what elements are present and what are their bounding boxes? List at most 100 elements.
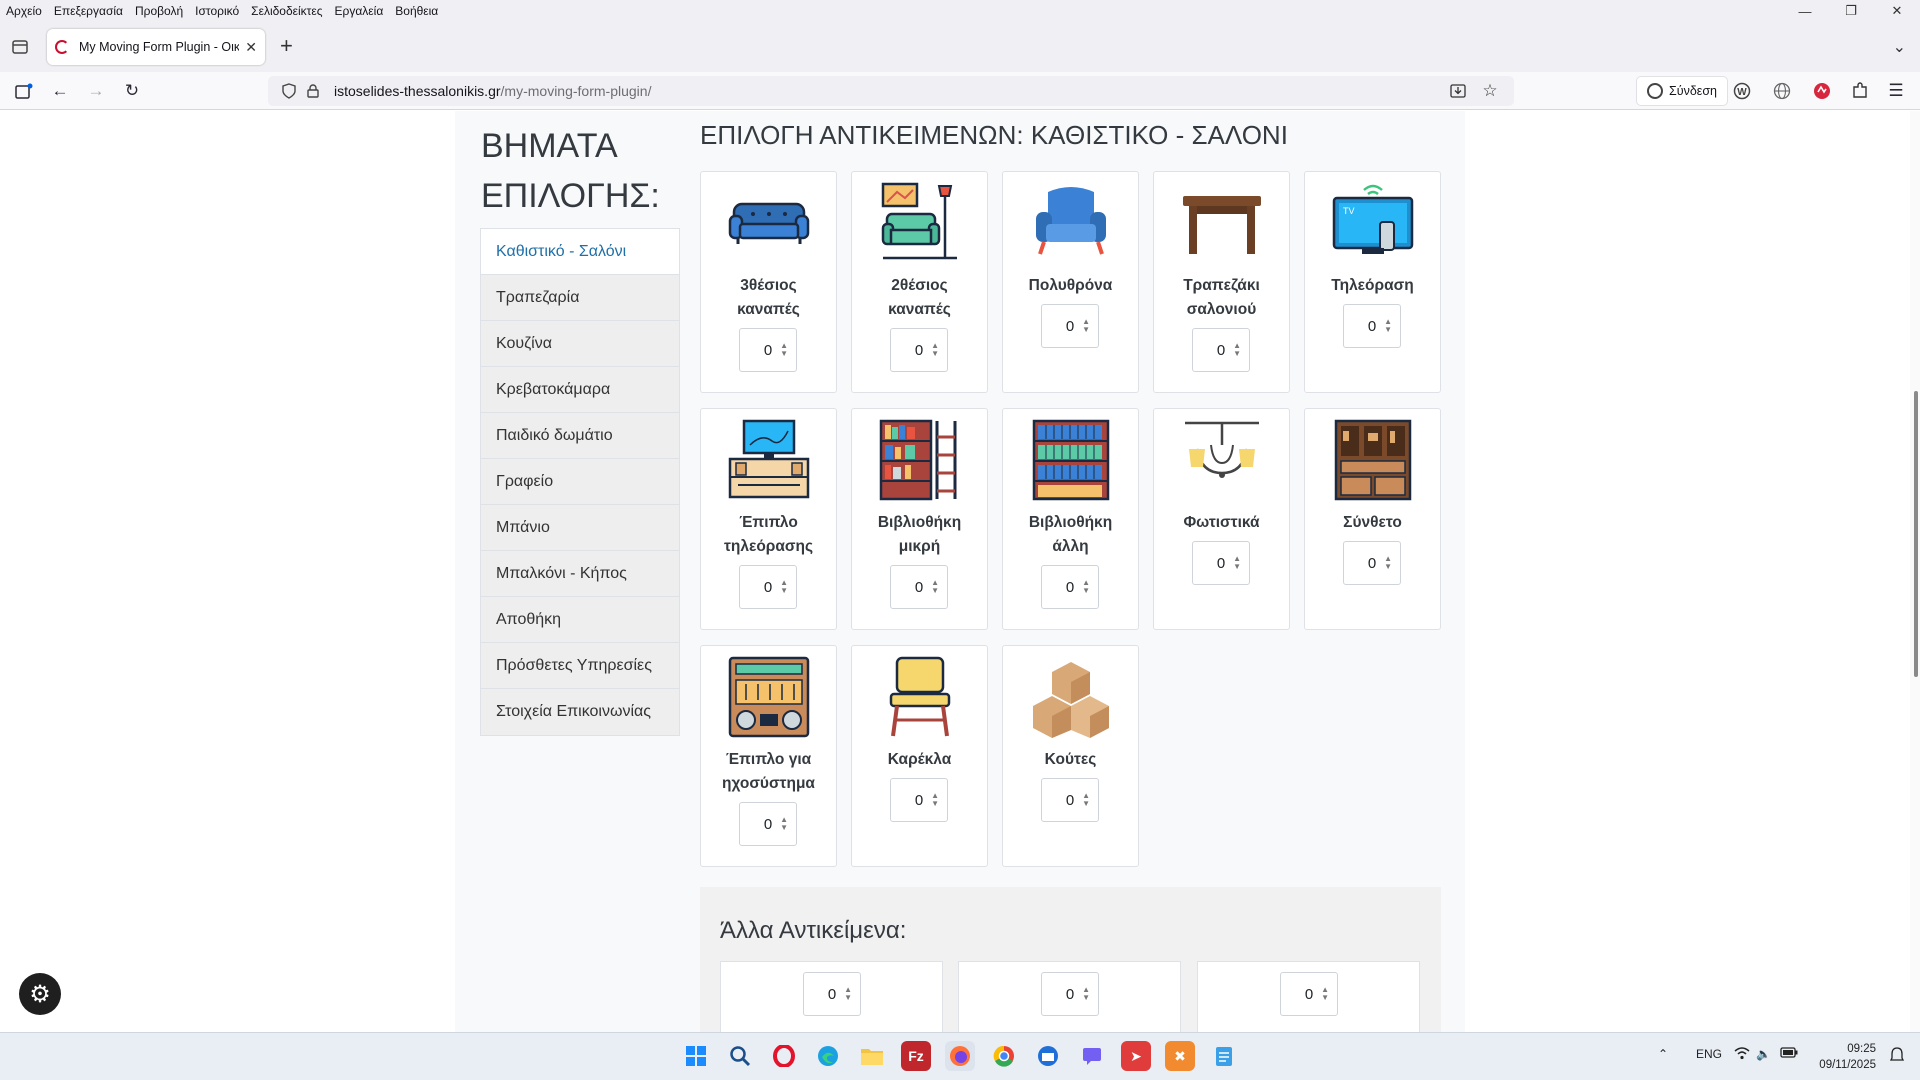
quantity-input[interactable]: 0 ▲ ▼ bbox=[1343, 541, 1401, 585]
spinner-arrows-icon[interactable]: ▲ ▼ bbox=[931, 579, 939, 595]
firefox-icon[interactable] bbox=[945, 1041, 975, 1071]
quantity-input[interactable]: 0 ▲ ▼ bbox=[1041, 304, 1099, 348]
scrollbar-thumb[interactable] bbox=[1914, 391, 1918, 677]
download-page-icon[interactable] bbox=[1448, 81, 1468, 101]
xampp-icon[interactable]: ✖ bbox=[1165, 1041, 1195, 1071]
restore-icon[interactable]: ❐ bbox=[1828, 0, 1874, 22]
new-tab-icon[interactable]: + bbox=[280, 35, 293, 57]
quantity-input[interactable]: 0 ▲ ▼ bbox=[1041, 565, 1099, 609]
spinner-arrows-icon[interactable]: ▲ ▼ bbox=[1082, 986, 1090, 1002]
url-path: /my-moving-form-plugin/ bbox=[500, 83, 652, 99]
spinner-arrows-icon[interactable]: ▲ ▼ bbox=[780, 579, 788, 595]
step-contact-details[interactable]: Στοιχεία Επικοινωνίας bbox=[481, 689, 679, 735]
quantity-input[interactable]: 0 ▲ ▼ bbox=[1343, 304, 1401, 348]
close-tab-icon[interactable]: ✕ bbox=[245, 39, 257, 56]
spinner-arrows-icon[interactable]: ▲ ▼ bbox=[1321, 986, 1329, 1002]
close-window-icon[interactable]: ✕ bbox=[1874, 0, 1920, 22]
quantity-input[interactable]: 0 ▲ ▼ bbox=[890, 565, 948, 609]
wifi-icon[interactable] bbox=[1734, 1047, 1750, 1063]
extension-red-icon[interactable] bbox=[1810, 79, 1834, 103]
quantity-input[interactable]: 0 ▲ ▼ bbox=[890, 778, 948, 822]
viber-icon[interactable] bbox=[1077, 1041, 1107, 1071]
thunderbird-icon[interactable] bbox=[1033, 1041, 1063, 1071]
chrome-icon[interactable] bbox=[989, 1041, 1019, 1071]
quantity-input[interactable]: 0 ▲ ▼ bbox=[803, 972, 861, 1016]
language-indicator[interactable]: ENG bbox=[1696, 1047, 1722, 1061]
tab-list-icon[interactable] bbox=[10, 38, 30, 56]
chevron-down-icon[interactable]: ⌄ bbox=[1893, 37, 1906, 57]
address-bar[interactable]: istoselides-thessalonikis.gr/my-moving-f… bbox=[268, 76, 1514, 106]
step-dining-room[interactable]: Τραπεζαρία bbox=[481, 275, 679, 321]
menu-tools[interactable]: Εργαλεία bbox=[329, 4, 390, 18]
step-kitchen[interactable]: Κουζίνα bbox=[481, 321, 679, 367]
extensions-puzzle-icon[interactable] bbox=[1848, 79, 1872, 103]
opera-icon[interactable] bbox=[769, 1041, 799, 1071]
quantity-input[interactable]: 0 ▲ ▼ bbox=[890, 328, 948, 372]
step-extra-services[interactable]: Πρόσθετες Υπηρεσίες bbox=[481, 643, 679, 689]
quantity-input[interactable]: 0 ▲ ▼ bbox=[1041, 778, 1099, 822]
step-storage[interactable]: Αποθήκη bbox=[481, 597, 679, 643]
sidebar-toggle-icon[interactable] bbox=[12, 79, 36, 103]
menu-edit[interactable]: Επεξεργασία bbox=[48, 4, 129, 18]
stereo-unit-icon bbox=[728, 656, 810, 738]
browser-tab-active[interactable]: My Moving Form Plugin - Οικια ✕ bbox=[47, 29, 265, 65]
windows-start-icon[interactable] bbox=[681, 1041, 711, 1071]
quantity-input[interactable]: 0 ▲ ▼ bbox=[1192, 541, 1250, 585]
quantity-input[interactable]: 0 ▲ ▼ bbox=[1041, 972, 1099, 1016]
item-card: 2θέσιος καναπές 0 ▲ ▼ bbox=[851, 171, 988, 393]
spinner-arrows-icon[interactable]: ▲ ▼ bbox=[1082, 792, 1090, 808]
notifications-icon[interactable] bbox=[1889, 1047, 1905, 1066]
spinner-arrows-icon[interactable]: ▲ ▼ bbox=[780, 342, 788, 358]
globe-icon[interactable] bbox=[1770, 79, 1794, 103]
anydesk-icon[interactable]: ➤ bbox=[1121, 1041, 1151, 1071]
file-explorer-icon[interactable] bbox=[857, 1041, 887, 1071]
spinner-arrows-icon[interactable]: ▲ ▼ bbox=[1384, 555, 1392, 571]
spinner-arrows-icon[interactable]: ▲ ▼ bbox=[1233, 342, 1241, 358]
step-bedroom[interactable]: Κρεβατοκάμαρα bbox=[481, 367, 679, 413]
step-living-room[interactable]: Καθιστικό - Σαλόνι bbox=[481, 229, 679, 275]
spinner-arrows-icon[interactable]: ▲ ▼ bbox=[931, 342, 939, 358]
battery-icon[interactable] bbox=[1780, 1047, 1798, 1061]
volume-icon[interactable]: 🔈 bbox=[1756, 1047, 1771, 1061]
quantity-input[interactable]: 0 ▲ ▼ bbox=[739, 802, 797, 846]
page-scrollbar[interactable] bbox=[1910, 111, 1920, 1032]
minimize-icon[interactable]: — bbox=[1782, 0, 1828, 22]
spinner-arrows-icon[interactable]: ▲ ▼ bbox=[1233, 555, 1241, 571]
spinner-arrows-icon[interactable]: ▲ ▼ bbox=[1082, 579, 1090, 595]
search-icon[interactable] bbox=[725, 1041, 755, 1071]
edge-icon[interactable] bbox=[813, 1041, 843, 1071]
quantity-input[interactable]: 0 ▲ ▼ bbox=[739, 328, 797, 372]
notepad-icon[interactable] bbox=[1209, 1041, 1239, 1071]
step-bathroom[interactable]: Μπάνιο bbox=[481, 505, 679, 551]
wordpress-icon[interactable]: W bbox=[1730, 79, 1754, 103]
quantity-input[interactable]: 0 ▲ ▼ bbox=[1280, 972, 1338, 1016]
menu-file[interactable]: Αρχείο bbox=[0, 4, 48, 18]
step-kids-room[interactable]: Παιδικό δωμάτιο bbox=[481, 413, 679, 459]
forward-icon[interactable]: → bbox=[84, 79, 108, 103]
spinner-arrows-icon[interactable]: ▲ ▼ bbox=[1082, 318, 1090, 334]
shield-icon[interactable] bbox=[280, 83, 298, 99]
signin-button[interactable]: Σύνδεση bbox=[1636, 76, 1729, 106]
menu-view[interactable]: Προβολή bbox=[129, 4, 189, 18]
back-icon[interactable]: ← bbox=[48, 79, 72, 103]
quantity-input[interactable]: 0 ▲ ▼ bbox=[1192, 328, 1250, 372]
menu-help[interactable]: Βοήθεια bbox=[389, 4, 444, 18]
tray-chevron-up-icon[interactable]: ⌃ bbox=[1658, 1047, 1668, 1061]
cookie-settings-gear-icon[interactable]: ⚙ bbox=[19, 973, 61, 1015]
spinner-arrows-icon[interactable]: ▲ ▼ bbox=[1384, 318, 1392, 334]
spinner-arrows-icon[interactable]: ▲ ▼ bbox=[780, 816, 788, 832]
hamburger-menu-icon[interactable]: ☰ bbox=[1884, 79, 1908, 103]
system-clock[interactable]: 09:25 09/11/2025 bbox=[1819, 1041, 1876, 1073]
quantity-input[interactable]: 0 ▲ ▼ bbox=[739, 565, 797, 609]
spinner-arrows-icon[interactable]: ▲ ▼ bbox=[931, 792, 939, 808]
item-label: Τραπεζάκι σαλονιού bbox=[1183, 277, 1260, 318]
reload-icon[interactable]: ↻ bbox=[120, 79, 144, 103]
step-balcony-garden[interactable]: Μπαλκόνι - Κήπος bbox=[481, 551, 679, 597]
filezilla-icon[interactable]: Fz bbox=[901, 1041, 931, 1071]
spinner-arrows-icon[interactable]: ▲ ▼ bbox=[844, 986, 852, 1002]
bookmark-star-icon[interactable]: ☆ bbox=[1480, 81, 1500, 101]
step-office[interactable]: Γραφείο bbox=[481, 459, 679, 505]
menu-history[interactable]: Ιστορικό bbox=[189, 4, 245, 18]
lock-icon[interactable] bbox=[304, 84, 322, 98]
menu-bookmarks[interactable]: Σελιδοδείκτες bbox=[245, 4, 328, 18]
